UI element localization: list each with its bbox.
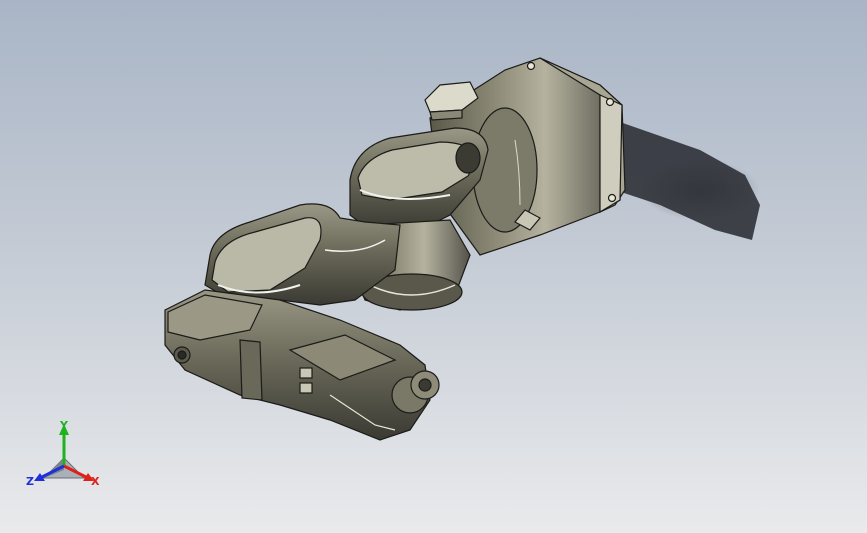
graphics-viewport[interactable]: Y X Z	[0, 0, 867, 533]
robot-arm-model[interactable]	[0, 0, 867, 533]
triad-y-label: Y	[59, 419, 69, 432]
triad-x-label: X	[91, 475, 100, 488]
axis-triad[interactable]: Y X Z	[22, 418, 106, 494]
wrist-body[interactable]	[164, 289, 440, 441]
triad-z-label: Z	[26, 475, 34, 488]
